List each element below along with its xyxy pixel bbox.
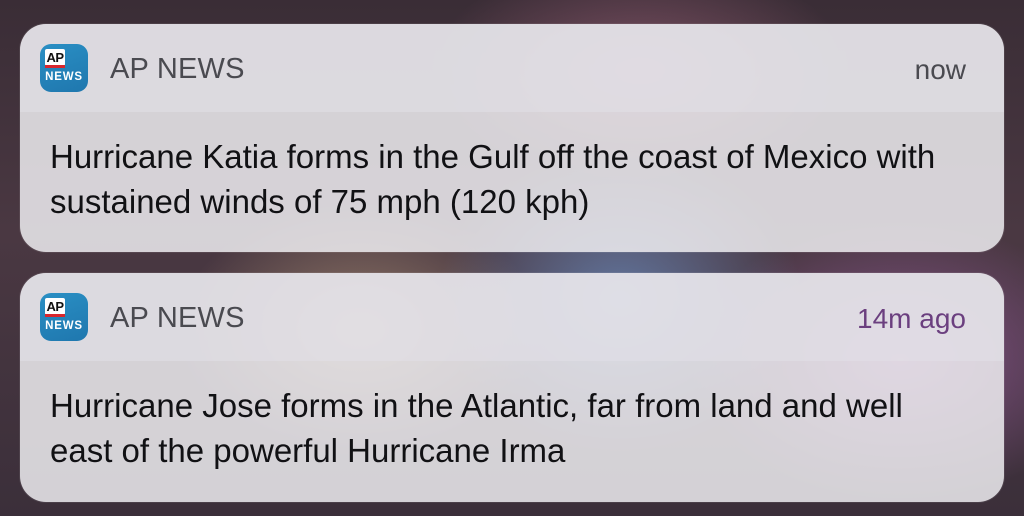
notification-body: Hurricane Jose forms in the Atlantic, fa… (50, 387, 903, 469)
notification-header: AP NEWS AP NEWS 14m ago (20, 273, 1004, 361)
app-name: AP NEWS (110, 53, 245, 85)
ap-news-app-icon: AP NEWS (40, 44, 88, 92)
ap-logo-text: AP (46, 299, 64, 314)
ap-logo-underline (45, 314, 65, 317)
ap-news-app-icon: AP NEWS (40, 293, 88, 341)
notification-header: AP NEWS AP NEWS now (20, 24, 1004, 112)
news-logo-text: NEWS (45, 71, 83, 83)
ap-logo-text: AP (46, 50, 64, 65)
notification-card[interactable]: AP NEWS AP NEWS now Hurricane Katia form… (20, 24, 1004, 252)
notification-time: now (914, 54, 966, 85)
news-logo-text: NEWS (45, 320, 83, 332)
notification-card[interactable]: AP NEWS AP NEWS 14m ago Hurricane Jose f… (20, 273, 1004, 502)
app-name: AP NEWS (110, 302, 245, 334)
ap-logo-underline (45, 65, 65, 68)
notification-body: Hurricane Katia forms in the Gulf off th… (50, 138, 936, 220)
notification-time: 14m ago (857, 303, 966, 334)
